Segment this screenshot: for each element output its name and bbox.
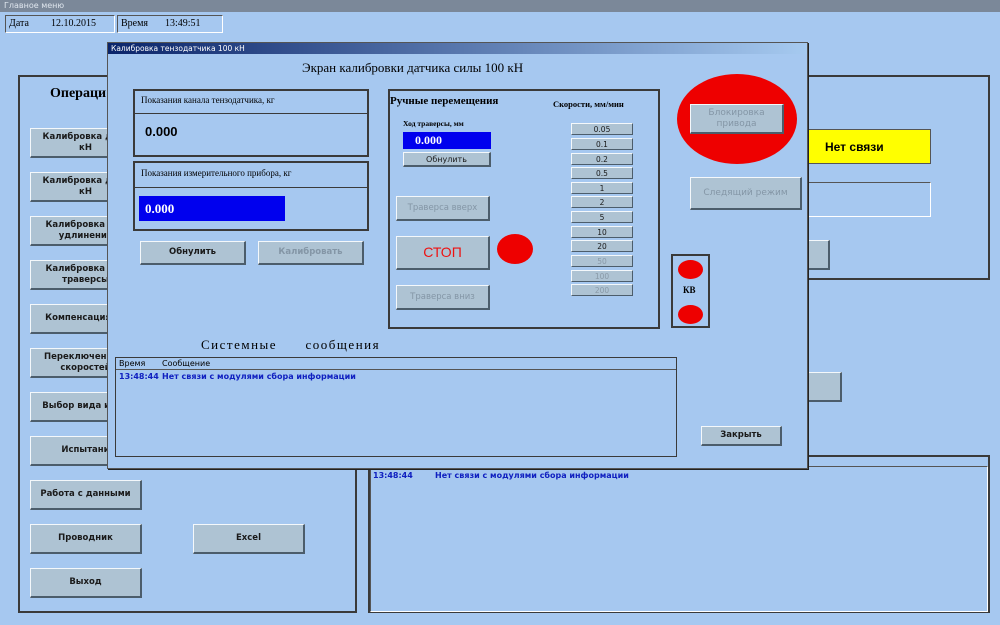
- instrument-value-input[interactable]: 0.000: [139, 196, 285, 221]
- date-box: Дата 12.10.2015: [5, 15, 115, 33]
- menu-button-data[interactable]: Работа с данными: [30, 480, 142, 510]
- speed-button-1[interactable]: 1: [571, 182, 633, 194]
- speed-button-0.5[interactable]: 0.5: [571, 167, 633, 179]
- operations-heading: Операци: [50, 86, 107, 101]
- bg-button-right-2[interactable]: [805, 372, 842, 402]
- traverse-up-button[interactable]: Траверса вверх: [396, 196, 490, 221]
- main-log-time: 13:48:44: [373, 471, 413, 480]
- dialog-heading: Экран калибровки датчика силы 100 кН: [302, 60, 524, 75]
- time-box: Время 13:49:51: [117, 15, 223, 33]
- travel-value: 0.000: [403, 132, 491, 149]
- messages-list[interactable]: Время Сообщение 13:48:44 Нет связи с мод…: [115, 357, 677, 457]
- date-label: Дата: [9, 18, 29, 29]
- traverse-down-button[interactable]: Траверса вниз: [396, 285, 490, 310]
- time-value: 13:49:51: [165, 18, 201, 29]
- speed-button-0.1[interactable]: 0.1: [571, 138, 633, 150]
- date-value: 12.10.2015: [51, 18, 96, 29]
- time-label: Время: [121, 18, 149, 29]
- excel-button[interactable]: Excel: [193, 524, 305, 554]
- speed-button-100[interactable]: 100: [571, 270, 633, 282]
- limit-switch-bottom-indicator: [678, 305, 703, 324]
- limit-switch-top-indicator: [678, 260, 703, 279]
- stop-button[interactable]: СТОП: [396, 236, 490, 270]
- main-window-title: Главное меню: [4, 1, 65, 10]
- instrument-divider: [135, 187, 367, 188]
- main-log-list: 13:48:44 Нет связи с модулями сбора инфо…: [370, 466, 988, 612]
- messages-col-message: Сообщение: [162, 359, 211, 368]
- message-row-text: Нет связи с модулями сбора информации: [162, 372, 356, 381]
- reset-button[interactable]: Обнулить: [140, 241, 246, 265]
- speed-button-50[interactable]: 50: [571, 255, 633, 267]
- calibrate-button[interactable]: Калибровать: [258, 241, 364, 265]
- dialog-titlebar: Калибровка тензодатчика 100 кН: [108, 43, 807, 54]
- close-button[interactable]: Закрыть: [701, 426, 782, 446]
- menu-button-exit[interactable]: Выход: [30, 568, 142, 598]
- stop-indicator: [497, 234, 533, 264]
- drive-block-button[interactable]: Блокировка привода: [690, 104, 784, 134]
- tracking-mode-button[interactable]: Следящий режим: [690, 177, 802, 210]
- speed-button-0.2[interactable]: 0.2: [571, 153, 633, 165]
- travel-reset-button[interactable]: Обнулить: [403, 152, 491, 167]
- speed-button-0.05[interactable]: 0.05: [571, 123, 633, 135]
- menu-button-explorer[interactable]: Проводник: [30, 524, 142, 554]
- status-field: [808, 182, 931, 217]
- speed-button-2[interactable]: 2: [571, 196, 633, 208]
- dialog-title: Калибровка тензодатчика 100 кН: [111, 44, 245, 53]
- system-messages-heading: Системные сообщения: [201, 337, 381, 352]
- no-link-status: Нет связи: [808, 129, 931, 164]
- main-window-titlebar: Главное меню: [0, 0, 1000, 12]
- travel-label: Ход траверсы, мм: [403, 119, 464, 128]
- speed-button-200[interactable]: 200: [571, 284, 633, 296]
- bg-button-right-1[interactable]: [805, 240, 830, 270]
- messages-col-time: Время: [119, 359, 146, 368]
- manual-heading: Ручные перемещения: [390, 95, 499, 107]
- speeds-heading: Скорости, мм/мин: [553, 99, 624, 109]
- channel-value: 0.000: [145, 124, 178, 139]
- limit-switch-label: КВ: [683, 285, 696, 295]
- speed-button-10[interactable]: 10: [571, 226, 633, 238]
- channel-label: Показания канала тензодатчика, кг: [141, 95, 275, 105]
- speed-button-20[interactable]: 20: [571, 240, 633, 252]
- instrument-label: Показания измерительного прибора, кг: [141, 168, 292, 178]
- speed-button-5[interactable]: 5: [571, 211, 633, 223]
- channel-divider: [135, 113, 367, 114]
- message-row-time: 13:48:44: [119, 372, 159, 381]
- status-panel: [805, 75, 990, 280]
- messages-header: Время Сообщение: [116, 358, 676, 370]
- main-log-message: Нет связи с модулями сбора информации: [435, 471, 629, 480]
